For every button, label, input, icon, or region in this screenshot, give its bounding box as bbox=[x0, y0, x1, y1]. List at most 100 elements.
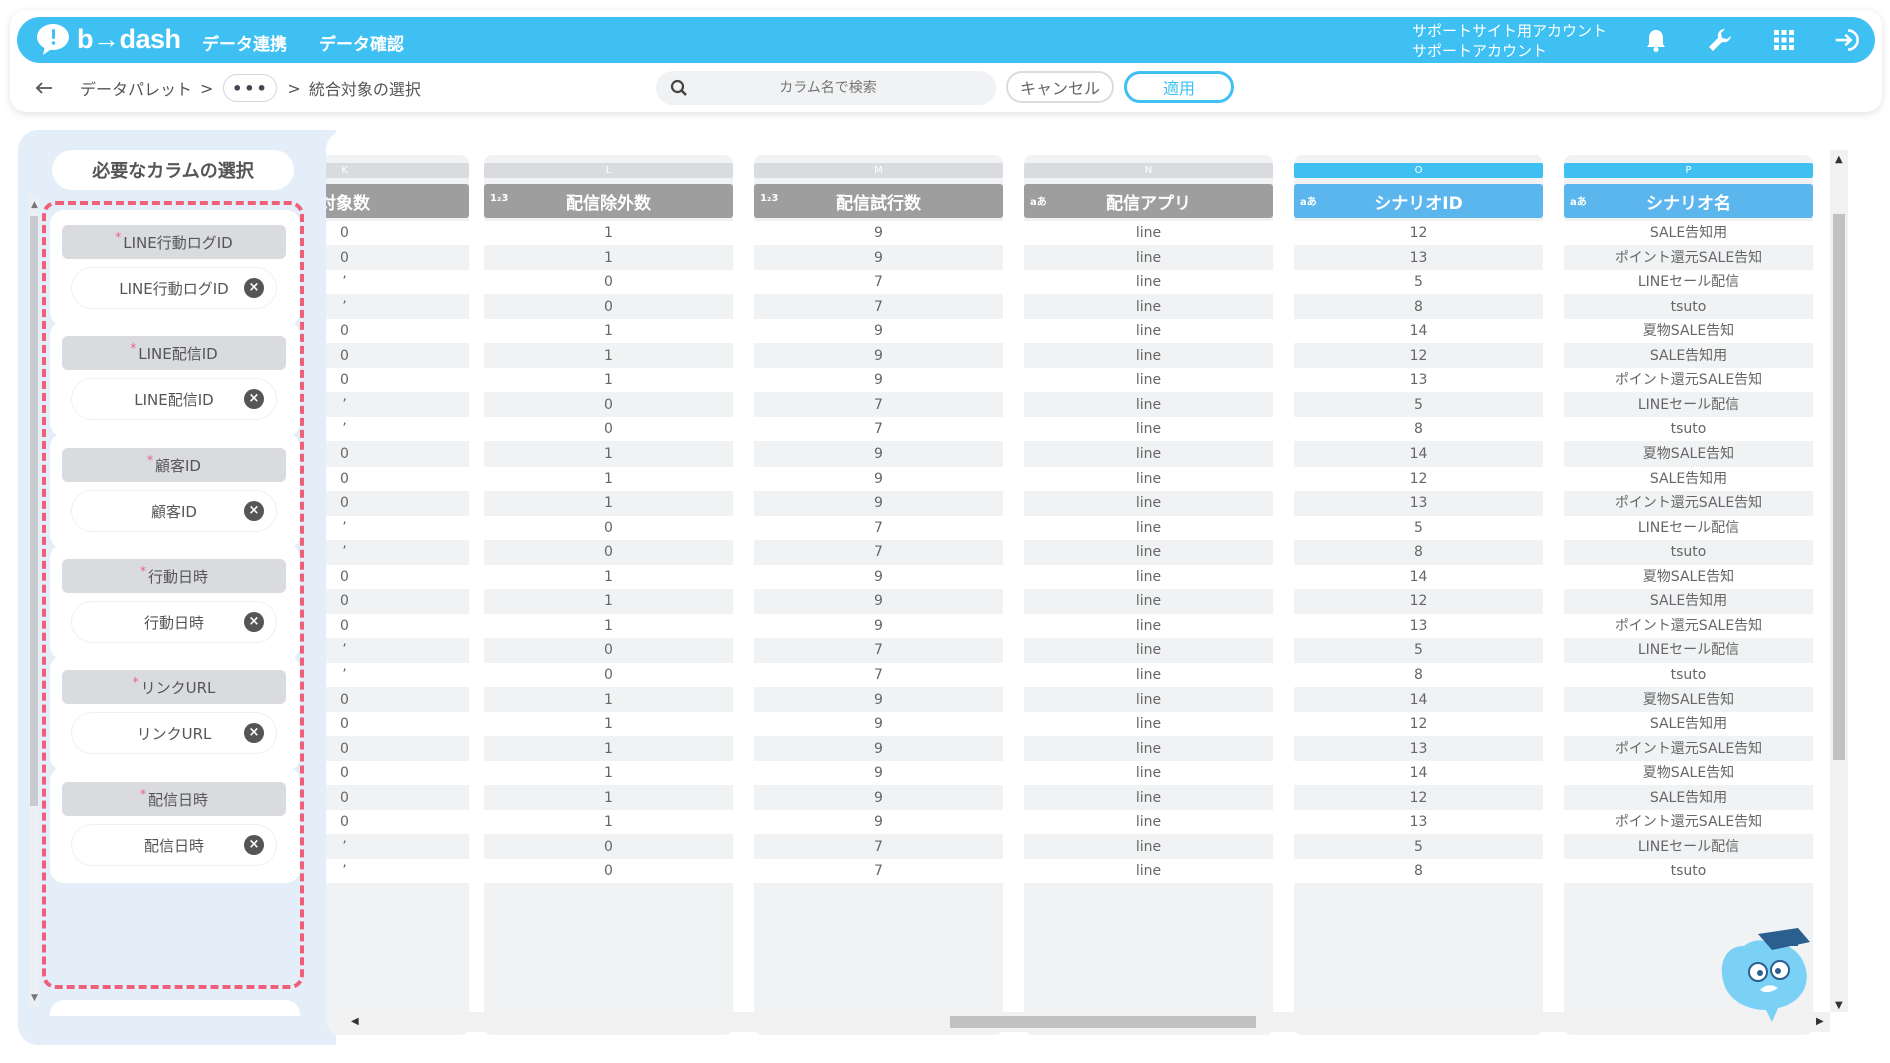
table-cell: 7 bbox=[874, 396, 883, 413]
column-search bbox=[656, 71, 996, 105]
grid-column[interactable]: Naあ 配信アプリ line line line line line line line line… bbox=[1016, 155, 1281, 1015]
column-type-icon: aあ bbox=[1570, 197, 1587, 208]
table-cell: 9 bbox=[874, 789, 883, 806]
table-cell: 0 bbox=[340, 495, 349, 512]
column-header[interactable]: 1₂3 配信除外数 bbox=[484, 184, 733, 218]
table-cell: line bbox=[1135, 446, 1162, 462]
table-cell: 0 bbox=[326, 761, 469, 786]
search-input[interactable] bbox=[688, 80, 968, 96]
grid-column[interactable]: K 対象数 0 0 ’ ’ 0 0 0 ’ ’ 0 0 0 ’ ’ 0 0 0 ’ ’ 0 0 0 0 0 0 ’ ’ bbox=[326, 155, 477, 1015]
table-cell: ’ bbox=[326, 859, 469, 884]
table-cell: 9 bbox=[874, 691, 883, 708]
table-cell: 0 bbox=[340, 691, 349, 708]
table-cell: 0 bbox=[326, 466, 469, 491]
logout-icon[interactable] bbox=[1834, 26, 1862, 54]
bell-icon[interactable] bbox=[1642, 26, 1670, 54]
mascot-helper-icon[interactable] bbox=[1714, 926, 1814, 1024]
grid-horizontal-scrollbar[interactable] bbox=[346, 1012, 1830, 1032]
back-arrow-icon[interactable] bbox=[34, 80, 54, 96]
table-cell: 7 bbox=[874, 298, 883, 315]
table-cell: 1 bbox=[484, 712, 733, 736]
column-header[interactable]: aあ 配信アプリ bbox=[1024, 184, 1273, 218]
table-cell: tsuto bbox=[1670, 544, 1707, 561]
column-header-label: シナリオ名 bbox=[1646, 193, 1731, 214]
table-cell: 12 bbox=[1294, 712, 1543, 736]
nav-data-check[interactable]: データ確認 bbox=[319, 30, 404, 55]
table-cell: SALE告知用 bbox=[1564, 466, 1813, 491]
table-cell: 0 bbox=[604, 642, 613, 659]
table-cell: 9 bbox=[874, 446, 883, 462]
table-cell: 12 bbox=[1294, 466, 1543, 491]
table-cell: 5 bbox=[1414, 642, 1423, 659]
breadcrumb-data-palette[interactable]: データパレット bbox=[80, 76, 192, 100]
grid-vertical-scrollbar[interactable] bbox=[1830, 150, 1848, 1012]
grid-scroll-up-icon[interactable]: ▲ bbox=[1835, 154, 1843, 165]
grid-vertical-scrollbar-thumb[interactable] bbox=[1833, 214, 1845, 760]
table-cell: ポイント還元SALE告知 bbox=[1614, 740, 1763, 757]
column-type-icon: 1₂3 bbox=[490, 193, 509, 204]
account-info[interactable]: サポートサイト用アカウント サポートアカウント bbox=[1412, 21, 1607, 61]
left-scroll-up-icon[interactable]: ▲ bbox=[31, 200, 38, 210]
table-cell: 13 bbox=[1409, 740, 1428, 757]
table-cell: 14 bbox=[1294, 761, 1543, 786]
account-line-2: サポートアカウント bbox=[1412, 42, 1548, 60]
table-cell: 13 bbox=[1294, 810, 1543, 835]
table-cell: 8 bbox=[1294, 859, 1543, 884]
column-header[interactable]: aあ シナリオ名 bbox=[1564, 184, 1813, 218]
table-cell: line bbox=[1024, 515, 1273, 540]
table-cell: line bbox=[1135, 544, 1162, 561]
table-cell: line bbox=[1024, 368, 1273, 393]
main-nav: データ連携 データ確認 bbox=[202, 30, 404, 55]
apply-button[interactable]: 適用 bbox=[1124, 71, 1234, 103]
breadcrumb-separator: > bbox=[200, 78, 214, 98]
wrench-icon[interactable] bbox=[1706, 26, 1734, 54]
table-cell: 1 bbox=[604, 347, 613, 364]
breadcrumb-ellipsis-button[interactable]: ••• bbox=[223, 74, 278, 102]
search-icon bbox=[670, 79, 687, 96]
left-scrollbar-thumb[interactable] bbox=[30, 216, 38, 806]
grid-horizontal-scrollbar-thumb[interactable] bbox=[950, 1016, 1256, 1028]
grid-scroll-down-icon[interactable]: ▼ bbox=[1835, 1000, 1843, 1011]
table-cell: 0 bbox=[604, 544, 613, 561]
left-scrollbar[interactable] bbox=[29, 196, 39, 1006]
grid-icon[interactable] bbox=[1770, 26, 1798, 54]
grid-scroll-right-icon[interactable]: ▶ bbox=[1816, 1016, 1824, 1027]
column-header[interactable]: 1₂3 配信試行数 bbox=[754, 184, 1003, 218]
grid-column[interactable]: Paあ シナリオ名 SALE告知用 ポイント還元SALE告知 LINEセール配信 tsut… bbox=[1556, 155, 1821, 1015]
table-cell: SALE告知用 bbox=[1649, 593, 1728, 610]
table-cell: 7 bbox=[874, 838, 883, 855]
table-cell: 9 bbox=[874, 347, 883, 364]
table-cell: line bbox=[1024, 564, 1273, 589]
table-cell: line bbox=[1024, 270, 1273, 295]
table-cell: 夏物SALE告知 bbox=[1642, 691, 1735, 708]
table-cell: ’ bbox=[342, 544, 347, 561]
table-cell: 1 bbox=[604, 691, 613, 708]
table-cell: 9 bbox=[874, 495, 883, 512]
grid-scroll-left-icon[interactable]: ◀ bbox=[351, 1016, 359, 1027]
column-letter: M bbox=[754, 163, 1003, 178]
left-scroll-down-icon[interactable]: ▼ bbox=[31, 993, 38, 1003]
column-header-label: 配信除外数 bbox=[566, 193, 651, 214]
nav-data-link[interactable]: データ連携 bbox=[202, 30, 287, 55]
grid-column[interactable]: Oaあ シナリオID 12 13 5 8 14 12 13 5 8 14 12 13 5 8 14 12 13 5 8 1… bbox=[1286, 155, 1551, 1015]
required-columns-highlight bbox=[42, 201, 304, 989]
table-cell: 13 bbox=[1409, 249, 1428, 266]
cancel-button[interactable]: キャンセル bbox=[1006, 71, 1114, 103]
grid-column[interactable]: L 1₂3 配信除外数 1 1 0 0 1 1 1 0 0 1 1 1 0 0 1 1 1 0 0 1 1 1 1 1 1 0 0 bbox=[476, 155, 741, 1015]
table-cell: 0 bbox=[484, 270, 733, 295]
table-cell: 14 bbox=[1294, 564, 1543, 589]
table-cell: 1 bbox=[484, 761, 733, 786]
table-cell: 9 bbox=[754, 319, 1003, 344]
column-header[interactable]: aあ シナリオID bbox=[1294, 184, 1543, 218]
column-header[interactable]: 対象数 bbox=[326, 184, 469, 218]
logo[interactable]: b→dash bbox=[35, 22, 181, 56]
table-cell: line bbox=[1135, 789, 1162, 806]
table-cell: ポイント還元SALE告知 bbox=[1614, 495, 1763, 512]
table-cell: SALE告知用 bbox=[1564, 712, 1813, 736]
table-cell: 13 bbox=[1294, 613, 1543, 638]
breadcrumb-current: 統合対象の選択 bbox=[308, 80, 421, 99]
table-cell: 0 bbox=[484, 417, 733, 442]
table-cell: 5 bbox=[1294, 270, 1543, 295]
column-letter: L bbox=[484, 163, 733, 178]
grid-column[interactable]: M 1₂3 配信試行数 9 9 7 7 9 9 9 7 7 9 9 9 7 7 9 9 9 7 7 9 9 9 9 9 9 7 7 bbox=[746, 155, 1011, 1015]
